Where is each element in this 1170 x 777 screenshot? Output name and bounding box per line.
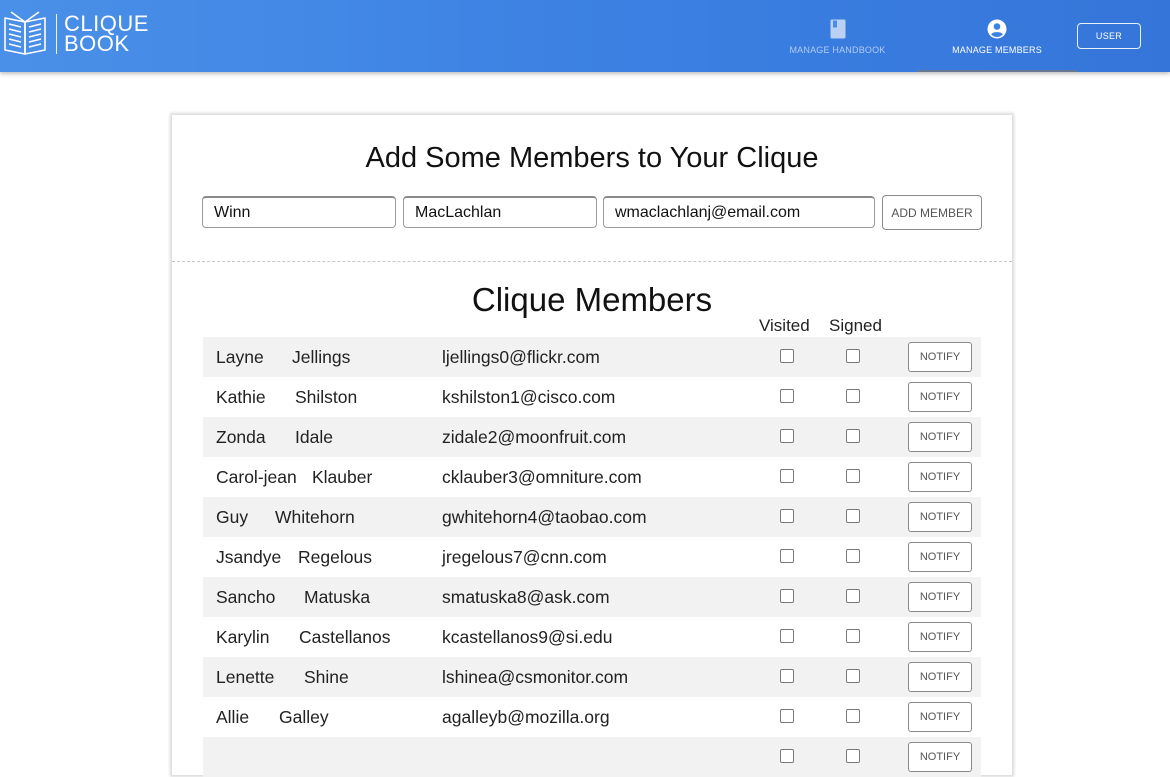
clique-members-title: Clique Members bbox=[471, 281, 713, 318]
member-row: Kathie Shilston kshilston1@cisco.com NOTIFY bbox=[203, 377, 981, 417]
member-email: agalleyb@mozilla.org bbox=[442, 707, 610, 727]
signed-checkbox[interactable] bbox=[846, 429, 860, 443]
visited-checkbox[interactable] bbox=[780, 589, 794, 603]
notify-button[interactable]: NOTIFY bbox=[908, 702, 972, 732]
member-row: Jsandye Regelous jregelous7@cnn.com NOTIFY bbox=[203, 537, 981, 577]
member-last-name: Galley bbox=[279, 707, 329, 727]
visited-checkbox[interactable] bbox=[780, 389, 794, 403]
member-row: Carol-jean Klauber cklauber3@omniture.com N… bbox=[203, 457, 981, 497]
nav-manage-members[interactable]: MANAGE MEMBERS bbox=[917, 0, 1077, 72]
open-book-icon bbox=[4, 11, 46, 55]
notify-button[interactable]: NOTIFY bbox=[908, 662, 972, 692]
member-email: gwhitehorn4@taobao.com bbox=[442, 507, 647, 527]
member-first-name: Carol-jean bbox=[216, 467, 297, 487]
member-first-name: Kathie bbox=[216, 387, 266, 407]
member-last-name: Regelous bbox=[298, 547, 372, 567]
visited-checkbox[interactable] bbox=[780, 469, 794, 483]
member-row: Sancho Matuska smatuska8@ask.com NOTIFY bbox=[203, 577, 981, 617]
member-email: jregelous7@cnn.com bbox=[442, 547, 607, 567]
logo-text: CLIQUE BOOK bbox=[56, 13, 149, 56]
visited-checkbox[interactable] bbox=[780, 749, 794, 763]
member-row: Zonda Idale zidale2@moonfruit.com NOTIFY bbox=[203, 417, 981, 457]
nav-manage-handbook[interactable]: MANAGE HANDBOOK bbox=[760, 0, 915, 72]
members-table: Layne Jellings ljellings0@flickr.com NOTIFY… bbox=[203, 337, 981, 777]
notify-button[interactable]: NOTIFY bbox=[908, 462, 972, 492]
visited-checkbox[interactable] bbox=[780, 509, 794, 523]
member-last-name: Idale bbox=[295, 427, 333, 447]
visited-column-header: Visited bbox=[759, 316, 810, 335]
nav-manage-members-label: MANAGE MEMBERS bbox=[952, 45, 1042, 55]
last-name-input[interactable] bbox=[403, 196, 597, 228]
signed-checkbox[interactable] bbox=[846, 549, 860, 563]
signed-checkbox[interactable] bbox=[846, 589, 860, 603]
member-email: smatuska8@ask.com bbox=[442, 587, 610, 607]
member-first-name: Sancho bbox=[216, 587, 276, 607]
app-header: CLIQUE BOOK MANAGE HANDBOOK MANAGE MEMBE… bbox=[0, 0, 1170, 72]
email-input[interactable] bbox=[603, 196, 875, 228]
signed-checkbox[interactable] bbox=[846, 709, 860, 723]
add-member-button[interactable]: ADD MEMBER bbox=[882, 195, 982, 230]
add-members-title: Add Some Members to Your Clique bbox=[365, 142, 819, 174]
member-last-name: Matuska bbox=[304, 587, 371, 607]
member-email: zidale2@moonfruit.com bbox=[442, 427, 627, 447]
signed-checkbox[interactable] bbox=[846, 669, 860, 683]
member-first-name: Layne bbox=[216, 347, 264, 367]
notify-button[interactable]: NOTIFY bbox=[908, 582, 972, 612]
member-first-name: Allie bbox=[216, 707, 250, 727]
member-last-name: Jellings bbox=[292, 347, 351, 367]
member-last-name: Shine bbox=[304, 667, 349, 687]
member-first-name: Karylin bbox=[216, 627, 270, 647]
first-name-input[interactable] bbox=[202, 196, 396, 228]
member-last-name: Klauber bbox=[312, 467, 373, 487]
signed-checkbox[interactable] bbox=[846, 349, 860, 363]
visited-checkbox[interactable] bbox=[780, 629, 794, 643]
clique-book-logo[interactable]: CLIQUE BOOK bbox=[2, 10, 149, 58]
member-email: ljellings0@flickr.com bbox=[442, 347, 600, 367]
signed-checkbox[interactable] bbox=[846, 469, 860, 483]
book-icon bbox=[828, 19, 848, 39]
visited-checkbox[interactable] bbox=[780, 709, 794, 723]
signed-checkbox[interactable] bbox=[846, 749, 860, 763]
section-divider bbox=[172, 261, 1012, 262]
member-email: lshinea@csmonitor.com bbox=[442, 667, 629, 687]
member-first-name: Lenette bbox=[216, 667, 275, 687]
member-last-name: Shilston bbox=[295, 387, 358, 407]
member-first-name: Guy bbox=[216, 507, 249, 527]
member-email: cklauber3@omniture.com bbox=[442, 467, 642, 487]
member-row: NOTIFY bbox=[203, 737, 981, 777]
account-circle-icon bbox=[987, 19, 1007, 39]
user-button[interactable]: USER bbox=[1077, 23, 1141, 49]
member-email: kcastellanos9@si.edu bbox=[442, 627, 613, 647]
signed-column-header: Signed bbox=[829, 316, 882, 335]
members-card: Add Some Members to Your Clique ADD MEMB… bbox=[172, 115, 1012, 777]
notify-button[interactable]: NOTIFY bbox=[908, 382, 972, 412]
member-last-name: Whitehorn bbox=[275, 507, 355, 527]
notify-button[interactable]: NOTIFY bbox=[908, 542, 972, 572]
notify-button[interactable]: NOTIFY bbox=[908, 502, 972, 532]
notify-button[interactable]: NOTIFY bbox=[908, 742, 972, 772]
member-email: kshilston1@cisco.com bbox=[442, 387, 616, 407]
logo-line-2: BOOK bbox=[64, 31, 130, 56]
visited-checkbox[interactable] bbox=[780, 429, 794, 443]
member-row: Guy Whitehorn gwhitehorn4@taobao.com NOTIFY bbox=[203, 497, 981, 537]
member-row: Layne Jellings ljellings0@flickr.com NOTIFY bbox=[203, 337, 981, 377]
member-last-name: Castellanos bbox=[299, 627, 391, 647]
nav-manage-handbook-label: MANAGE HANDBOOK bbox=[789, 45, 886, 55]
member-first-name: Zonda bbox=[216, 427, 266, 447]
signed-checkbox[interactable] bbox=[846, 509, 860, 523]
notify-button[interactable]: NOTIFY bbox=[908, 422, 972, 452]
member-row: Lenette Shine lshinea@csmonitor.com NOTIFY bbox=[203, 657, 981, 697]
signed-checkbox[interactable] bbox=[846, 389, 860, 403]
signed-checkbox[interactable] bbox=[846, 629, 860, 643]
visited-checkbox[interactable] bbox=[780, 549, 794, 563]
notify-button[interactable]: NOTIFY bbox=[908, 342, 972, 372]
member-row: Karylin Castellanos kcastellanos9@si.edu NO… bbox=[203, 617, 981, 657]
member-first-name: Jsandye bbox=[216, 547, 282, 567]
member-row: Allie Galley agalleyb@mozilla.org NOTIFY bbox=[203, 697, 981, 737]
visited-checkbox[interactable] bbox=[780, 349, 794, 363]
notify-button[interactable]: NOTIFY bbox=[908, 622, 972, 652]
visited-checkbox[interactable] bbox=[780, 669, 794, 683]
